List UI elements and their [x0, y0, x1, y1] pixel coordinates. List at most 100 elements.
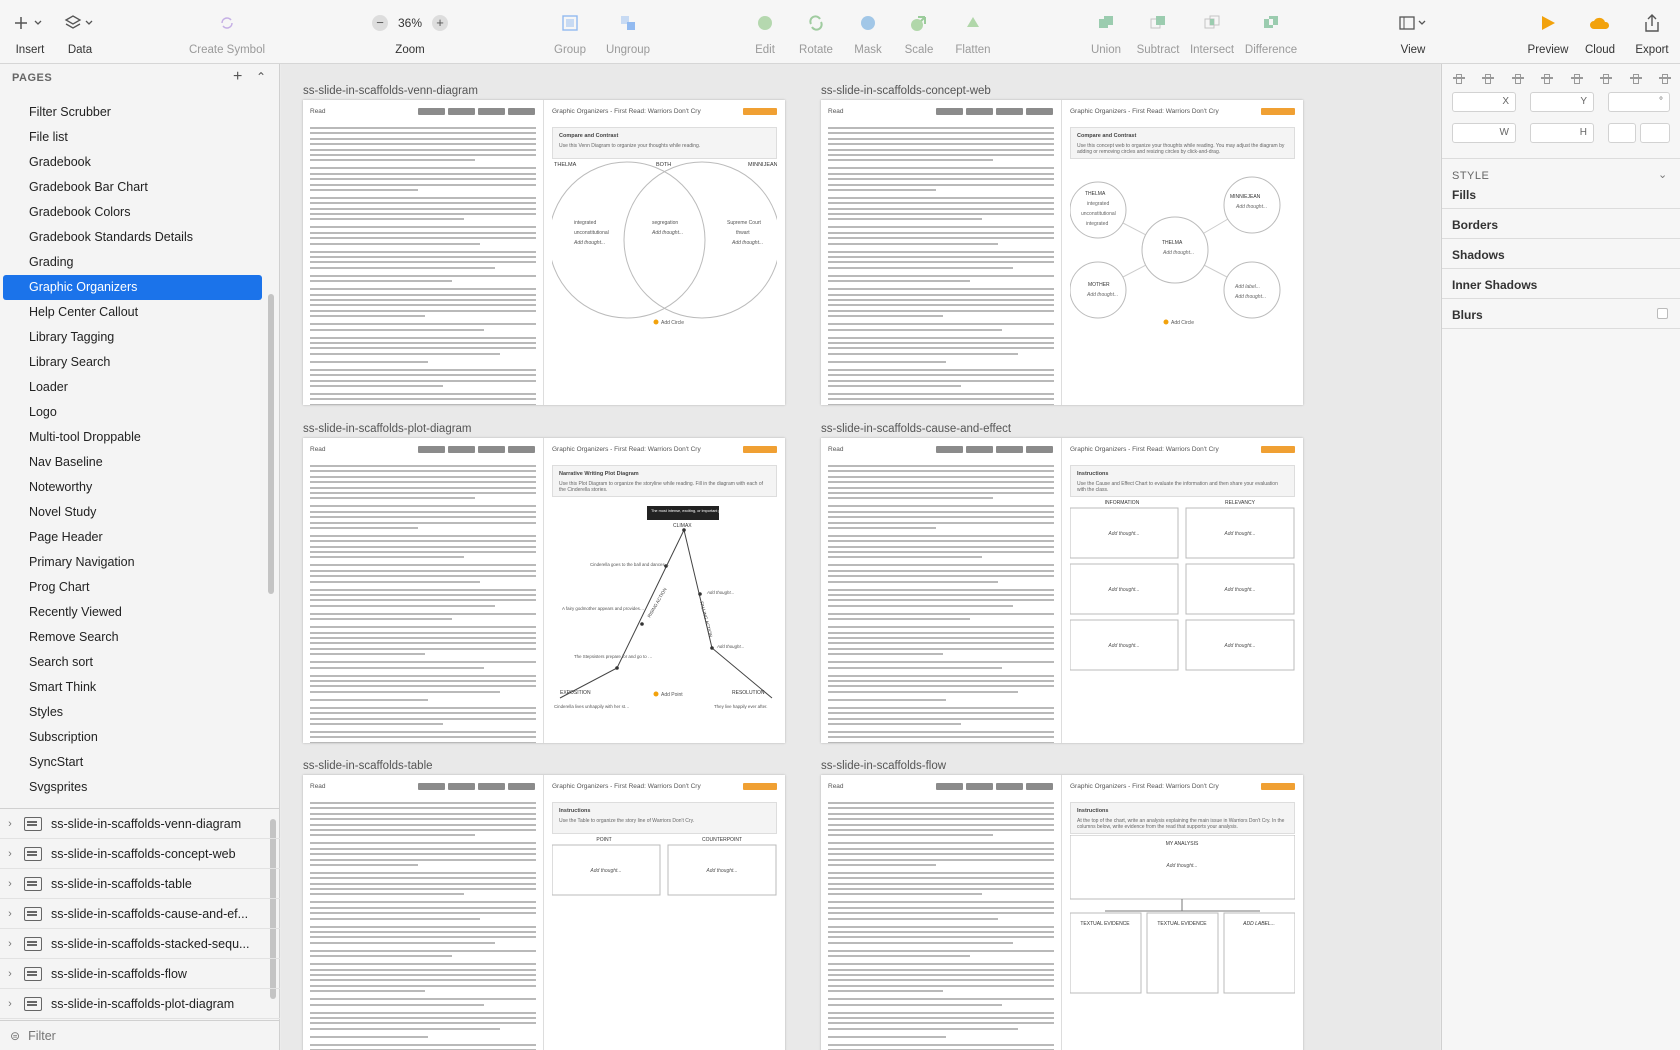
- view-button[interactable]: View: [1373, 10, 1453, 56]
- ungroup-button[interactable]: Ungroup: [588, 10, 668, 56]
- width-field[interactable]: W: [1452, 123, 1516, 143]
- tool-pill[interactable]: [508, 446, 535, 453]
- chevron-right-icon[interactable]: ›: [0, 878, 20, 890]
- chevron-right-icon[interactable]: ›: [0, 818, 20, 830]
- page-item[interactable]: File list: [3, 125, 262, 150]
- chevron-right-icon[interactable]: ›: [0, 908, 20, 920]
- style-section-inner-shadows[interactable]: Inner Shadows: [1452, 278, 1537, 292]
- page-item[interactable]: Gradebook Standards Details: [3, 225, 262, 250]
- zoom-in-button[interactable]: +: [432, 15, 449, 31]
- artboard[interactable]: Read Graphic Organizers - First Read: War…: [821, 438, 1303, 743]
- tool-pill[interactable]: [936, 446, 963, 453]
- tool-pill[interactable]: [418, 446, 445, 453]
- page-item[interactable]: Page Header: [3, 525, 262, 550]
- tool-pill[interactable]: [1026, 108, 1053, 115]
- artboard-title[interactable]: ss-slide-in-scaffolds-flow: [821, 760, 946, 772]
- tool-pill[interactable]: [936, 108, 963, 115]
- page-item[interactable]: Novel Study: [3, 500, 262, 525]
- tool-pill[interactable]: [996, 108, 1023, 115]
- chevron-right-icon[interactable]: ›: [0, 998, 20, 1010]
- canvas[interactable]: ss-slide-in-scaffolds-venn-diagram Read Gr…: [281, 64, 1440, 1050]
- page-item[interactable]: Subscription: [3, 725, 262, 750]
- page-item[interactable]: SyncStart: [3, 750, 262, 775]
- artboard-title[interactable]: ss-slide-in-scaffolds-table: [303, 760, 433, 772]
- filter-input[interactable]: [28, 1028, 190, 1043]
- zoom-value[interactable]: 36%: [398, 16, 422, 30]
- tool-pill[interactable]: [508, 783, 535, 790]
- align-middle-icon[interactable]: [1629, 71, 1643, 85]
- align-top-icon[interactable]: [1599, 71, 1613, 85]
- page-item[interactable]: Primary Navigation: [3, 550, 262, 575]
- style-section-shadows[interactable]: Shadows: [1452, 248, 1505, 262]
- tool-pill[interactable]: [1026, 446, 1053, 453]
- artboard-title[interactable]: ss-slide-in-scaffolds-concept-web: [821, 85, 991, 97]
- add-page-icon[interactable]: +: [233, 68, 242, 86]
- tool-pill[interactable]: [996, 446, 1023, 453]
- chevron-down-icon[interactable]: ⌄: [1658, 168, 1667, 181]
- tool-pill[interactable]: [418, 108, 445, 115]
- page-item[interactable]: Smart Think: [3, 675, 262, 700]
- tool-pill[interactable]: [418, 783, 445, 790]
- page-item[interactable]: Remove Search: [3, 625, 262, 650]
- artboard-title[interactable]: ss-slide-in-scaffolds-venn-diagram: [303, 85, 478, 97]
- style-section-blurs[interactable]: Blurs: [1452, 308, 1483, 322]
- style-section-fills[interactable]: Fills: [1452, 188, 1476, 202]
- page-item[interactable]: Recently Viewed: [3, 600, 262, 625]
- artboard[interactable]: Read Graphic Organizers - First Read: War…: [821, 775, 1303, 1050]
- create-symbol-button[interactable]: Create Symbol: [182, 10, 272, 56]
- style-section-borders[interactable]: Borders: [1452, 218, 1498, 232]
- chevron-right-icon[interactable]: ›: [0, 968, 20, 980]
- distribute-icon[interactable]: [1511, 71, 1525, 85]
- height-field[interactable]: H: [1530, 123, 1594, 143]
- tool-pill[interactable]: [508, 108, 535, 115]
- align-center-h-icon[interactable]: [1570, 71, 1584, 85]
- tool-pill[interactable]: [966, 446, 993, 453]
- align-bottom-icon[interactable]: [1658, 71, 1672, 85]
- page-item[interactable]: Prog Chart: [3, 575, 262, 600]
- chevron-right-icon[interactable]: ›: [0, 848, 20, 860]
- page-item[interactable]: Svgsprites: [3, 775, 262, 800]
- chevron-right-icon[interactable]: ›: [0, 938, 20, 950]
- layer-row[interactable]: › ss-slide-in-scaffolds-table: [0, 869, 280, 899]
- page-item[interactable]: Nav Baseline: [3, 450, 262, 475]
- page-item[interactable]: Logo: [3, 400, 262, 425]
- layer-row[interactable]: › ss-slide-in-scaffolds-plot-diagram: [0, 989, 280, 1019]
- tool-pill[interactable]: [966, 108, 993, 115]
- layer-row[interactable]: › ss-slide-in-scaffolds-venn-diagram: [0, 809, 280, 839]
- page-item[interactable]: Multi-tool Droppable: [3, 425, 262, 450]
- zoom-out-button[interactable]: −: [371, 15, 388, 31]
- difference-button[interactable]: Difference: [1231, 10, 1311, 56]
- tool-pill[interactable]: [478, 783, 505, 790]
- page-item[interactable]: Search sort: [3, 650, 262, 675]
- artboard[interactable]: Read Graphic Organizers - First Read: War…: [821, 100, 1303, 405]
- artboard[interactable]: Read Graphic Organizers - First Read: War…: [303, 100, 785, 405]
- align-right-icon[interactable]: [1540, 71, 1554, 85]
- page-item[interactable]: Library Search: [3, 350, 262, 375]
- tool-pill[interactable]: [936, 783, 963, 790]
- page-item[interactable]: Library Tagging: [3, 325, 262, 350]
- tool-pill[interactable]: [1026, 783, 1053, 790]
- export-button[interactable]: Export: [1612, 10, 1680, 56]
- page-item[interactable]: Graphic Organizers: [3, 275, 262, 300]
- align-left-icon[interactable]: [1452, 71, 1466, 85]
- collapse-pages-icon[interactable]: ⌃: [256, 70, 266, 84]
- layer-row[interactable]: › ss-slide-in-scaffolds-flow: [0, 959, 280, 989]
- artboard[interactable]: Read Graphic Organizers - First Read: War…: [303, 438, 785, 743]
- artboard-title[interactable]: ss-slide-in-scaffolds-cause-and-effect: [821, 423, 1011, 435]
- data-button[interactable]: Data: [40, 10, 120, 56]
- layer-row[interactable]: › ss-slide-in-scaffolds-cause-and-ef...: [0, 899, 280, 929]
- page-item[interactable]: Filter Scrubber: [3, 100, 262, 125]
- layer-row[interactable]: › ss-slide-in-scaffolds-concept-web: [0, 839, 280, 869]
- tool-pill[interactable]: [448, 108, 475, 115]
- y-field[interactable]: Y: [1530, 92, 1594, 112]
- tool-pill[interactable]: [996, 783, 1023, 790]
- rotation-field[interactable]: °: [1608, 92, 1670, 112]
- tool-pill[interactable]: [966, 783, 993, 790]
- align-center-icon[interactable]: [1481, 71, 1495, 85]
- blurs-checkbox[interactable]: [1657, 308, 1668, 319]
- pages-scrollbar[interactable]: [268, 294, 274, 594]
- artboard-title[interactable]: ss-slide-in-scaffolds-plot-diagram: [303, 423, 472, 435]
- layer-row[interactable]: › ss-slide-in-scaffolds-stacked-sequ...: [0, 929, 280, 959]
- artboard[interactable]: Read Graphic Organizers - First Read: War…: [303, 775, 785, 1050]
- tool-pill[interactable]: [448, 446, 475, 453]
